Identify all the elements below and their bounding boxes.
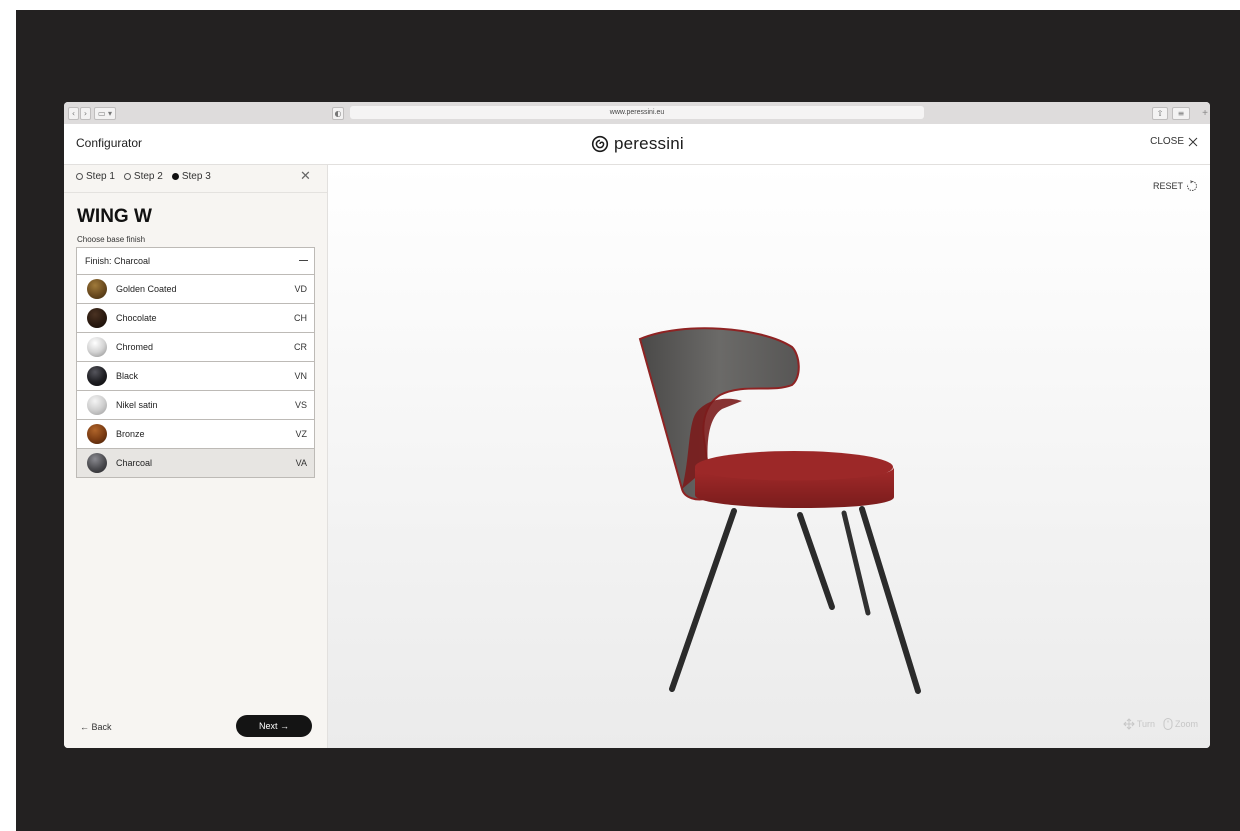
turn-label: Turn xyxy=(1136,719,1155,729)
finish-option-name: Golden Coated xyxy=(116,284,177,294)
finish-option-charcoal[interactable]: Charcoal VA xyxy=(77,449,314,477)
chair-leg xyxy=(859,506,921,694)
product-name: WING W xyxy=(77,206,152,227)
browser-window: ‹ › ▭ ▾ ◐ www.peressini.eu ⇧ ≡ + Configu… xyxy=(64,102,1210,748)
reset-label: RESET xyxy=(1152,181,1183,191)
sidebar-toggle-icon[interactable]: ▭ ▾ xyxy=(94,107,116,120)
back-button[interactable]: ← Back xyxy=(80,722,112,732)
chair-leg xyxy=(669,508,737,692)
finish-option-golden-coated[interactable]: Golden Coated VD xyxy=(77,275,314,304)
reset-rotate-icon xyxy=(1187,180,1197,191)
finish-selector: Finish: Charcoal Golden Coated VD Chocol… xyxy=(76,247,315,478)
golden-coated-swatch-icon xyxy=(87,279,107,299)
zoom-hint: Zoom xyxy=(1163,718,1198,730)
finish-option-code: VD xyxy=(294,284,307,294)
collapse-icon xyxy=(299,260,308,261)
step-1-radio-icon xyxy=(76,173,83,180)
step-indicator: Step 1 Step 2 Step 3 xyxy=(76,171,211,182)
finish-option-code: VA xyxy=(295,458,307,468)
turn-hint: Turn xyxy=(1123,718,1155,730)
forward-arrow-icon[interactable]: › xyxy=(80,107,91,120)
finish-option-chocolate[interactable]: Chocolate CH xyxy=(77,304,314,333)
finish-option-code: CH xyxy=(294,313,307,323)
mouse-scroll-icon xyxy=(1163,718,1173,730)
browser-toolbar: ‹ › ▭ ▾ ◐ www.peressini.eu ⇧ ≡ + xyxy=(64,102,1210,125)
finish-option-name: Black xyxy=(116,371,139,381)
finish-option-name: Nikel satin xyxy=(116,400,158,410)
turn-arrows-icon xyxy=(1123,718,1135,730)
finish-option-code: VS xyxy=(294,400,307,410)
finish-option-name: Chocolate xyxy=(116,313,157,323)
current-finish-label: Finish: Charcoal xyxy=(85,256,151,266)
product-3d-viewer[interactable]: RESET Turn Zoom xyxy=(328,165,1210,748)
tabs-overview-icon[interactable]: ≡ xyxy=(1172,107,1190,120)
finish-option-code: VZ xyxy=(295,429,307,439)
step-2-radio-icon xyxy=(123,173,131,180)
next-button[interactable]: Next → xyxy=(236,715,312,737)
step-3-label: Step 3 xyxy=(181,171,211,182)
chair-leg xyxy=(797,512,835,610)
brand-name: peressini xyxy=(614,134,684,153)
finish-option-nikel-satin[interactable]: Nikel satin VS xyxy=(77,391,314,420)
close-icon xyxy=(1188,137,1198,146)
step-1-tab[interactable]: Step 1 xyxy=(76,171,115,182)
address-bar[interactable]: www.peressini.eu xyxy=(350,106,924,119)
chair-model[interactable] xyxy=(632,317,932,697)
step-2-tab[interactable]: Step 2 xyxy=(123,171,163,182)
nikel-satin-swatch-icon xyxy=(87,395,107,415)
site-header: Configurator peressini CLOSE xyxy=(64,124,1210,165)
finish-option-name: Charcoal xyxy=(116,458,153,468)
close-label: CLOSE xyxy=(1150,136,1184,147)
finish-option-name: Bronze xyxy=(116,429,145,439)
step-1-label: Step 1 xyxy=(86,171,115,182)
viewer-controls-hint: Turn Zoom xyxy=(1123,718,1198,730)
back-arrow-icon[interactable]: ‹ xyxy=(68,107,79,120)
black-swatch-icon xyxy=(87,366,107,386)
charcoal-swatch-icon xyxy=(87,453,107,473)
finish-option-black[interactable]: Black VN xyxy=(77,362,314,391)
chair-leg xyxy=(841,510,871,616)
finish-dropdown-header[interactable]: Finish: Charcoal xyxy=(77,248,314,275)
finish-option-name: Chromed xyxy=(116,342,154,352)
step-3-tab[interactable]: Step 3 xyxy=(171,171,211,182)
share-icon[interactable]: ⇧ xyxy=(1152,107,1168,120)
chromed-swatch-icon xyxy=(87,337,107,357)
configurator-panel: Step 1 Step 2 Step 3 ✕ WING W Choose bas… xyxy=(64,165,328,748)
close-button[interactable]: CLOSE xyxy=(1150,136,1198,147)
chocolate-swatch-icon xyxy=(87,308,107,328)
finish-prompt: Choose base finish xyxy=(77,235,146,244)
finish-option-code: VN xyxy=(294,371,307,381)
finish-option-bronze[interactable]: Bronze VZ xyxy=(77,420,314,449)
brand-logo[interactable]: peressini xyxy=(591,134,684,154)
finish-option-chromed[interactable]: Chromed CR xyxy=(77,333,314,362)
bronze-swatch-icon xyxy=(87,424,107,444)
reset-button[interactable]: RESET xyxy=(1153,180,1198,192)
finish-option-code: CR xyxy=(294,342,307,352)
peressini-logo-icon xyxy=(591,135,609,153)
page-title: Configurator xyxy=(76,136,143,150)
panel-close-icon[interactable]: ✕ xyxy=(300,168,311,184)
divider xyxy=(64,192,327,193)
step-2-label: Step 2 xyxy=(133,171,163,182)
privacy-shield-icon[interactable]: ◐ xyxy=(332,107,344,120)
zoom-label: Zoom xyxy=(1174,719,1198,729)
new-tab-icon[interactable]: + xyxy=(1202,108,1208,119)
step-3-radio-icon xyxy=(171,173,179,180)
